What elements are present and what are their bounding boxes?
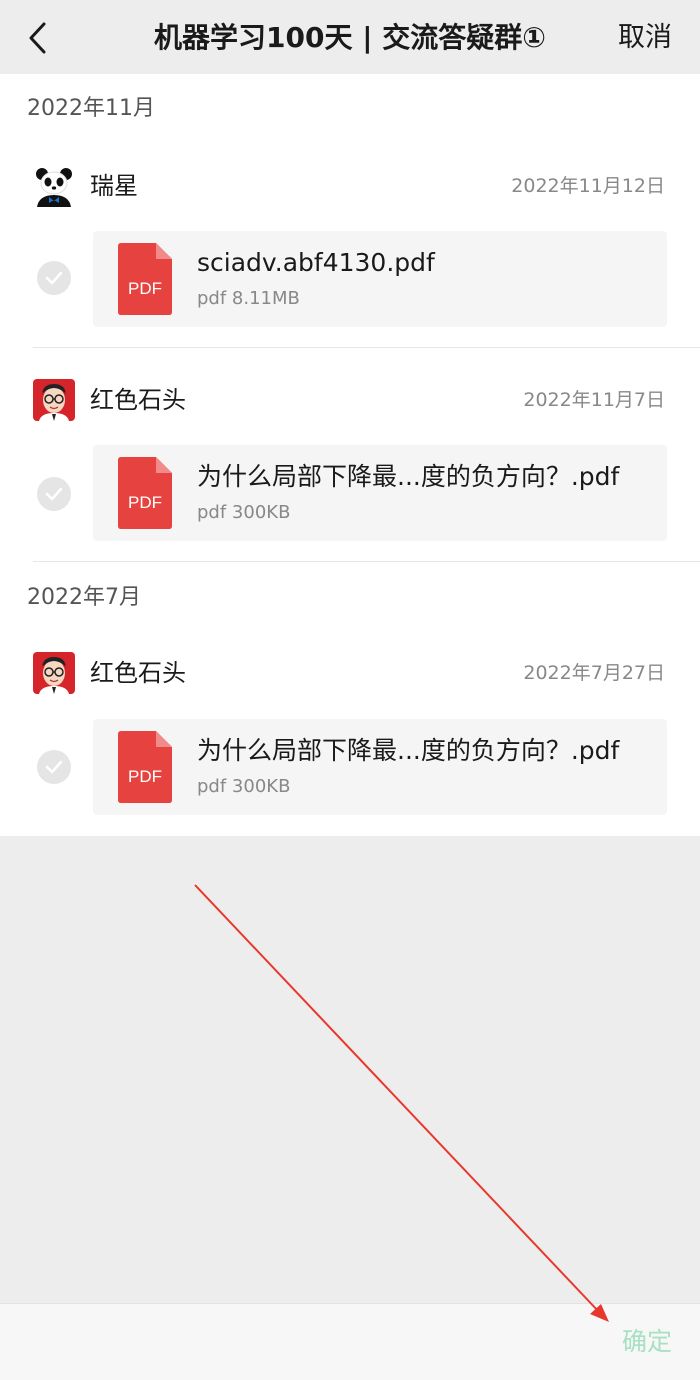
check-icon [45,760,63,774]
cancel-button[interactable]: 取消 [618,18,672,58]
glasses-man-avatar-icon [33,652,75,694]
avatar[interactable] [33,379,75,421]
sent-date: 2022年11月12日 [511,175,665,197]
chevron-left-icon [29,22,46,54]
file-meta: pdf 300KB [197,502,291,523]
divider [33,561,700,562]
divider [33,347,700,348]
pdf-file-icon: PDF [118,243,172,315]
panda-avatar-icon [33,165,75,207]
pdf-icon-label: PDF [128,493,162,512]
file-card[interactable]: PDF sciadv.abf4130.pdf pdf 8.11MB [93,231,667,327]
file-meta: pdf 8.11MB [197,288,300,309]
sender-row: 红色石头 2022年11月7日 [0,375,700,425]
file-card[interactable]: PDF 为什么局部下降最...度的负方向？.pdf pdf 300KB [93,719,667,815]
sent-date: 2022年11月7日 [523,389,665,411]
sender-name: 红色石头 [90,659,186,687]
file-list: 2022年11月 瑞星 2022年11月12日 PDF sciadv.abf41… [0,74,700,836]
back-button[interactable] [20,20,56,56]
select-checkbox[interactable] [37,750,71,784]
check-icon [45,271,63,285]
sender-name: 瑞星 [90,172,138,200]
file-card[interactable]: PDF 为什么局部下降最...度的负方向？.pdf pdf 300KB [93,445,667,541]
file-name: 为什么局部下降最...度的负方向？.pdf [197,736,620,765]
page-title: 机器学习100天 | 交流答疑群① [154,21,546,54]
nav-bar: 机器学习100天 | 交流答疑群① 取消 [0,0,700,74]
month-header: 2022年11月 [27,96,155,121]
pdf-file-icon: PDF [118,457,172,529]
select-checkbox[interactable] [37,261,71,295]
glasses-man-avatar-icon [33,379,75,421]
sender-row: 红色石头 2022年7月27日 [0,648,700,698]
month-header: 2022年7月 [27,585,141,610]
avatar[interactable] [33,652,75,694]
sender-name: 红色石头 [90,386,186,414]
select-checkbox[interactable] [37,477,71,511]
file-meta: pdf 300KB [197,776,291,797]
sender-row: 瑞星 2022年11月12日 [0,161,700,211]
avatar[interactable] [33,165,75,207]
check-icon [45,487,63,501]
pdf-icon-label: PDF [128,767,162,786]
confirm-button[interactable]: 确定 [622,1324,672,1360]
bottom-bar: 确定 [0,1303,700,1380]
sent-date: 2022年7月27日 [523,662,665,684]
file-name: 为什么局部下降最...度的负方向？.pdf [197,462,620,491]
pdf-file-icon: PDF [118,731,172,803]
file-name: sciadv.abf4130.pdf [197,248,435,277]
pdf-icon-label: PDF [128,279,162,298]
